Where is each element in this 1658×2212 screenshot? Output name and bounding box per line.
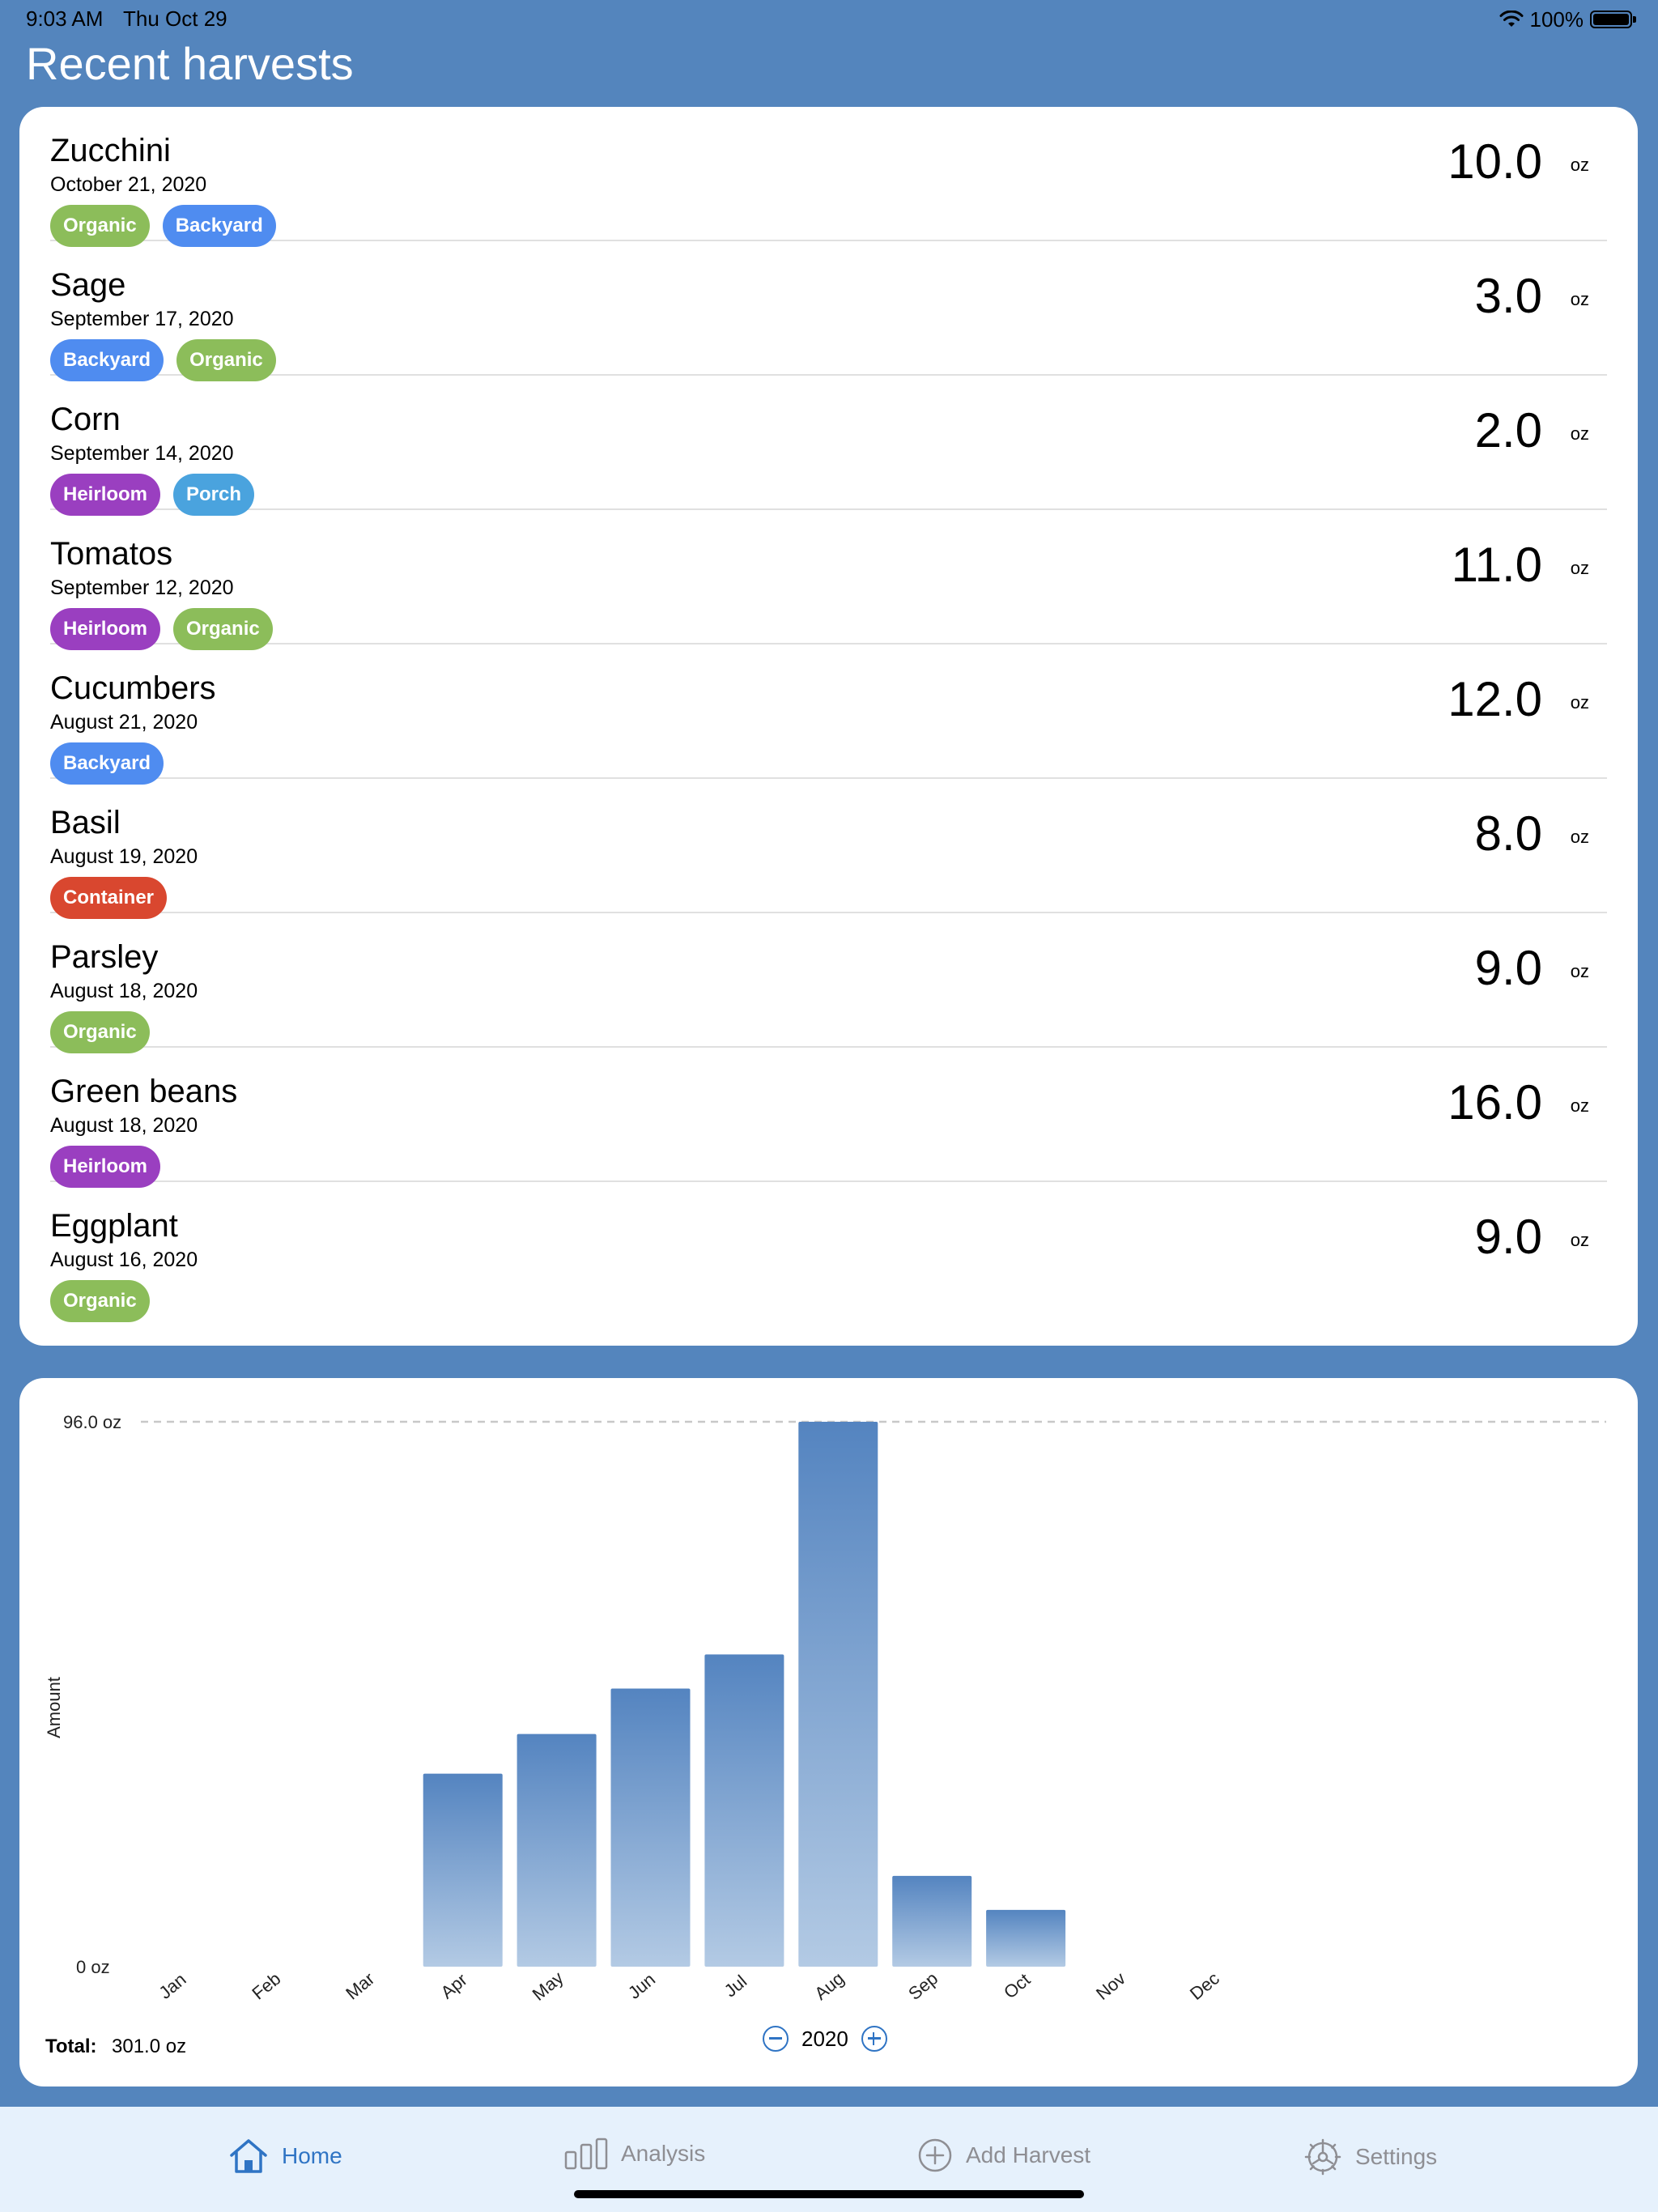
tab-add-harvest-label: Add Harvest — [966, 2142, 1091, 2167]
harvest-unit: oz — [1570, 827, 1589, 847]
harvest-name: Basil — [50, 805, 121, 840]
harvest-date: August 18, 2020 — [50, 980, 198, 1002]
harvest-unit: oz — [1570, 961, 1589, 981]
tab-home[interactable]: Home — [228, 2138, 342, 2175]
x-tick-jan: Jan — [155, 1969, 189, 2003]
plus-circle-icon — [918, 2138, 952, 2172]
harvest-name: Eggplant — [50, 1208, 178, 1244]
tab-home-label: Home — [282, 2143, 342, 2168]
x-tick-sep: Sep — [904, 1968, 942, 2004]
home-indicator — [574, 2190, 1084, 2198]
harvest-list: Zucchini October 21, 2020 Organic Backyard 1… — [19, 107, 1638, 1346]
chart-bars-icon — [564, 2138, 608, 2170]
harvest-name: Green beans — [50, 1074, 238, 1109]
x-tick-jul: Jul — [721, 1971, 751, 2001]
x-tick-may: May — [529, 1967, 568, 2005]
gear-icon — [1304, 2138, 1341, 2176]
tab-analysis[interactable]: Analysis — [564, 2138, 705, 2170]
harvest-amount: 9.0 — [1474, 1210, 1542, 1264]
bar-jun — [610, 1688, 691, 1967]
wifi-icon — [1499, 11, 1523, 27]
tab-settings[interactable]: Settings — [1303, 2138, 1437, 2176]
y-min-label: 0 oz — [76, 1957, 110, 1977]
x-tick-mar: Mar — [342, 1968, 378, 2004]
harvest-row[interactable]: Corn September 14, 2020 Heirloom Porch 2.0 oz — [50, 376, 1607, 516]
bar-sep — [892, 1875, 972, 1967]
harvest-date: September 12, 2020 — [50, 576, 234, 599]
harvest-amount: 16.0 — [1448, 1075, 1542, 1129]
harvest-row[interactable]: Green beans August 18, 2020 Heirloom 16.0 oz — [50, 1048, 1607, 1188]
harvest-date: September 14, 2020 — [50, 442, 234, 465]
bar-jul — [704, 1654, 784, 1967]
harvest-row[interactable]: Tomatos September 12, 2020 Heirloom Organic… — [50, 510, 1607, 650]
harvest-date: August 16, 2020 — [50, 1249, 198, 1271]
home-icon — [230, 2139, 267, 2173]
bar-oct — [986, 1909, 1066, 1967]
status-time: 9:03 AM — [26, 6, 104, 31]
harvest-unit: oz — [1570, 1095, 1589, 1116]
x-tick-aug: Aug — [810, 1968, 848, 2004]
harvest-tags: Organic — [50, 1280, 150, 1322]
x-tick-dec: Dec — [1186, 1968, 1223, 2004]
x-tick-nov: Nov — [1092, 1968, 1129, 2004]
harvest-date: August 19, 2020 — [50, 845, 198, 868]
harvest-amount: 11.0 — [1451, 538, 1542, 592]
tab-settings-label: Settings — [1355, 2144, 1438, 2169]
monthly-harvest-chart: 96.0 oz 0 oz Amount Jan Feb Mar Apr May Jun Jul Au… — [44, 1412, 1606, 2005]
next-year-button[interactable] — [861, 2026, 887, 2052]
x-tick-apr: Apr — [437, 1969, 471, 2002]
status-date: Thu Oct 29 — [123, 6, 227, 31]
x-tick-feb: Feb — [248, 1968, 284, 2004]
harvest-amount: 9.0 — [1474, 941, 1542, 995]
harvest-unit: oz — [1570, 558, 1589, 578]
tab-analysis-label: Analysis — [621, 2141, 706, 2166]
harvest-name: Sage — [50, 267, 126, 303]
battery-icon — [1590, 11, 1636, 28]
harvest-date: September 17, 2020 — [50, 308, 234, 330]
harvest-chart-card: 96.0 oz 0 oz Amount Jan Feb Mar Apr May Jun Jul Au… — [19, 1378, 1638, 2087]
tag-organic: Organic — [50, 1280, 150, 1322]
harvest-date: August 21, 2020 — [50, 711, 198, 734]
harvest-unit: oz — [1570, 692, 1589, 713]
y-axis-title: Amount — [44, 1677, 64, 1738]
year-stepper: 2020 — [763, 2026, 887, 2052]
harvest-name: Zucchini — [50, 133, 171, 168]
harvest-unit: oz — [1570, 423, 1589, 444]
harvest-date: August 18, 2020 — [50, 1114, 198, 1137]
x-tick-oct: Oct — [1000, 1969, 1034, 2002]
bar-apr — [423, 1773, 503, 1967]
harvest-name: Tomatos — [50, 536, 173, 572]
harvest-name: Parsley — [50, 939, 159, 975]
page-title: Recent harvests — [26, 38, 354, 89]
harvest-name: Corn — [50, 402, 121, 437]
harvest-unit: oz — [1570, 289, 1589, 309]
harvest-row[interactable]: Basil August 19, 2020 Container 8.0 oz — [50, 779, 1607, 919]
x-tick-jun: Jun — [624, 1969, 659, 2003]
harvest-row[interactable]: Eggplant August 16, 2020 Organic 9.0 oz — [50, 1182, 1607, 1322]
year-label: 2020 — [801, 2026, 848, 2051]
total-label: Total: — [45, 2035, 97, 2057]
harvest-amount: 8.0 — [1474, 806, 1542, 861]
tab-add-harvest[interactable]: Add Harvest — [917, 2138, 1090, 2173]
harvest-amount: 10.0 — [1448, 134, 1542, 189]
previous-year-button[interactable] — [763, 2026, 789, 2052]
harvest-amount: 2.0 — [1474, 403, 1542, 457]
harvest-name: Cucumbers — [50, 670, 216, 706]
total-value: 301.0 oz — [112, 2035, 187, 2057]
harvest-row[interactable]: Parsley August 18, 2020 Organic 9.0 oz — [50, 913, 1607, 1053]
harvest-unit: oz — [1570, 1230, 1589, 1250]
y-max-label: 96.0 oz — [63, 1412, 121, 1432]
harvest-row[interactable]: Sage September 17, 2020 Backyard Organic 3.0… — [50, 241, 1607, 381]
harvest-date: October 21, 2020 — [50, 173, 207, 196]
harvest-amount: 3.0 — [1474, 269, 1542, 323]
harvest-row[interactable]: Cucumbers August 21, 2020 Backyard 12.0 oz — [50, 644, 1607, 785]
harvest-amount: 12.0 — [1448, 672, 1542, 726]
harvest-row[interactable]: Zucchini October 21, 2020 Organic Backyard 1… — [50, 107, 1607, 247]
bar-aug — [798, 1422, 878, 1967]
battery-percent: 100% — [1529, 6, 1584, 32]
status-indicators: 100% — [1499, 5, 1636, 34]
bar-may — [517, 1733, 597, 1967]
harvest-unit: oz — [1570, 155, 1589, 175]
